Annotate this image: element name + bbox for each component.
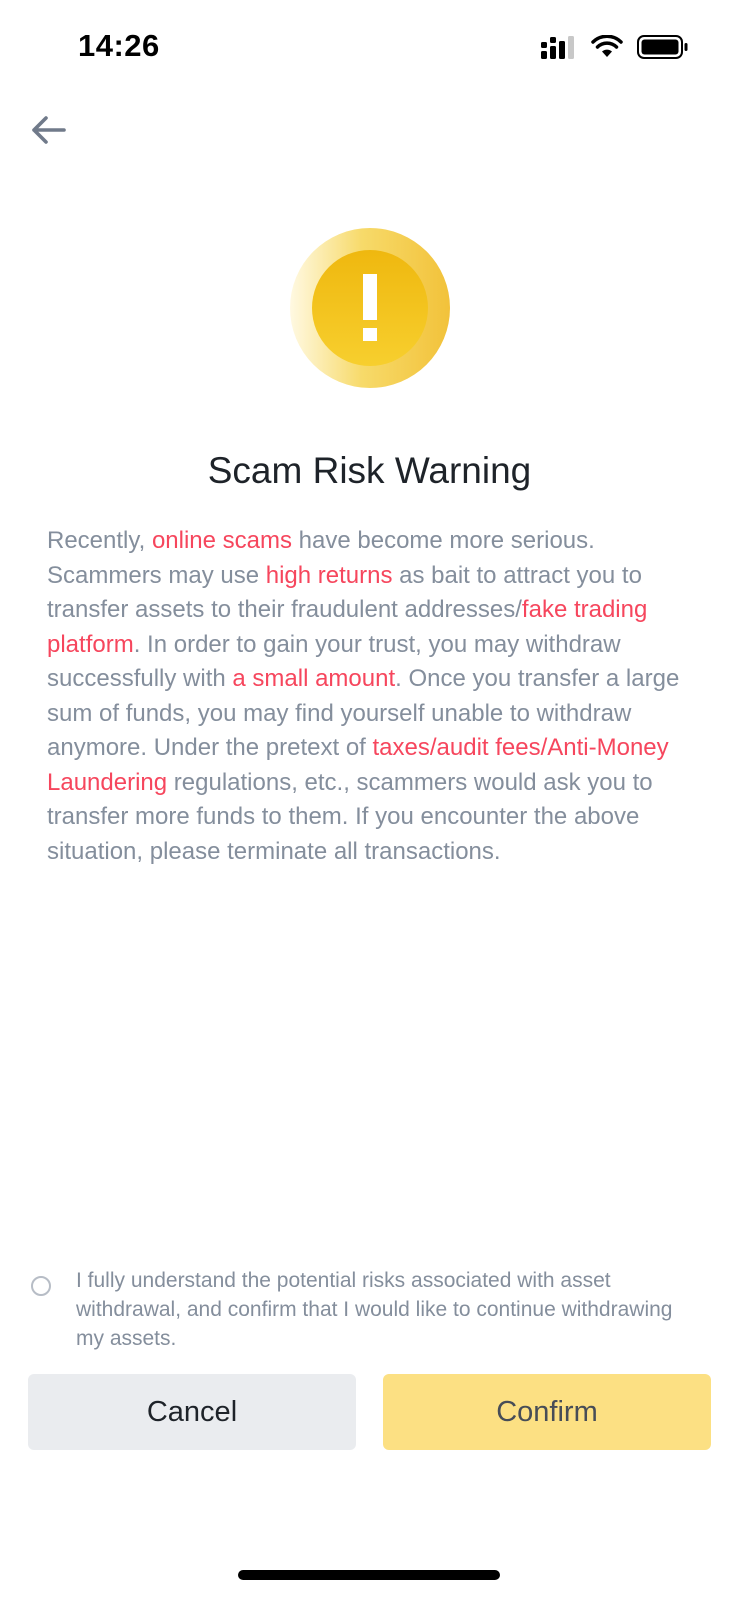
status-bar: 14:26 — [0, 0, 739, 96]
cancel-button[interactable]: Cancel — [28, 1374, 356, 1450]
agree-label[interactable]: I fully understand the potential risks a… — [76, 1266, 706, 1353]
highlighted-term: online scams — [151, 527, 292, 554]
confirm-button[interactable]: Confirm — [383, 1374, 711, 1450]
highlighted-term: high returns — [265, 561, 393, 589]
home-indicator — [238, 1570, 500, 1580]
agree-radio[interactable] — [31, 1276, 51, 1296]
exclamation-warning-icon — [290, 228, 450, 388]
warning-description: Recently, online scams have become more … — [47, 524, 707, 869]
status-time: 14:26 — [78, 28, 160, 63]
wifi-icon — [591, 35, 623, 57]
text-segment: Recently, — [47, 527, 152, 554]
status-icons — [541, 34, 689, 60]
arrow-left-icon — [32, 116, 66, 144]
page-title: Scam Risk Warning — [207, 450, 532, 491]
back-button[interactable] — [26, 108, 70, 152]
cellular-signal-icon — [541, 36, 574, 59]
battery-icon — [637, 35, 688, 59]
highlighted-term: a small amount — [232, 665, 396, 692]
